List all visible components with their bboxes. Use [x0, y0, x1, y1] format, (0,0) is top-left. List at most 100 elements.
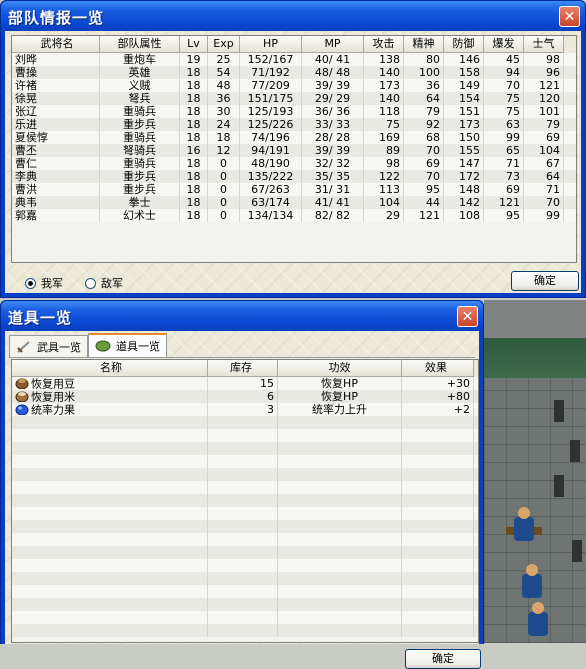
radio-own-army[interactable]: 我军 — [25, 275, 63, 291]
unit-column-header[interactable]: 精神 — [404, 36, 444, 53]
unit-table[interactable]: 武将名 部队属性 Lv Exp HP MP 攻击 精神 防御 爆发 士气 刘晔 重炮车 19 25 152/… — [11, 35, 577, 263]
unit-table-header: 武将名 部队属性 Lv Exp HP MP 攻击 精神 防御 爆发 士气 — [12, 36, 576, 53]
unit-info-window: 部队情报一览 ✕ 武将名 部队属性 Lv Exp HP MP 攻击 精神 防御 爆发 士气 刘晔 重炮… — [0, 0, 586, 298]
item-list-client: 武具一览 道具一览 名称 库存 功效 效果 恢复用豆 15 恢复HP +30 恢复用米 6 恢复H… — [5, 331, 481, 669]
table-row[interactable]: 典韦 拳士 18 0 63/174 41/ 41 104 44 142 121 70 — [12, 196, 576, 209]
item-column-header[interactable]: 功效 — [278, 360, 402, 377]
table-cell: 82/ 82 — [302, 209, 364, 222]
item-column-header[interactable]: 名称 — [12, 360, 208, 377]
item-list-titlebar[interactable]: 道具一览 ✕ — [1, 301, 483, 331]
close-icon[interactable]: ✕ — [559, 6, 580, 27]
empty-table-row[interactable] — [12, 468, 478, 481]
item-column-header[interactable]: 库存 — [208, 360, 278, 377]
unit-column-header[interactable]: 爆发 — [484, 36, 524, 53]
tab-divider — [9, 357, 475, 358]
table-row[interactable]: 许褚 义贼 18 48 77/209 39/ 39 173 36 149 70 121 — [12, 79, 576, 92]
unit-column-header[interactable]: 士气 — [524, 36, 564, 53]
empty-table-row[interactable] — [12, 611, 478, 624]
table-row[interactable]: 曹仁 重骑兵 18 0 48/190 32/ 32 98 69 147 71 67 — [12, 157, 576, 170]
table-cell: 121 — [524, 79, 564, 92]
table-row[interactable]: 曹丕 弩骑兵 16 12 94/191 39/ 39 89 70 155 65 104 — [12, 144, 576, 157]
empty-table-row[interactable] — [12, 585, 478, 598]
table-row[interactable]: 恢复用米 6 恢复HP +80 — [12, 390, 478, 403]
table-cell — [278, 442, 402, 455]
table-row[interactable]: 刘晔 重炮车 19 25 152/167 40/ 41 138 80 146 45 98 — [12, 53, 576, 66]
empty-table-row[interactable] — [12, 598, 478, 611]
table-cell: 乐进 — [12, 118, 100, 131]
empty-table-row[interactable] — [12, 429, 478, 442]
empty-table-row[interactable] — [12, 624, 478, 637]
item-column-header[interactable]: 效果 — [402, 360, 474, 377]
table-row[interactable]: 郭嘉 幻术士 18 0 134/134 82/ 82 29 121 108 95 99 — [12, 209, 576, 222]
soldier-unit-sprite[interactable] — [520, 600, 556, 640]
empty-table-row[interactable] — [12, 442, 478, 455]
empty-table-row[interactable] — [12, 455, 478, 468]
table-cell: 徐晃 — [12, 92, 100, 105]
unit-info-client: 武将名 部队属性 Lv Exp HP MP 攻击 精神 防御 爆发 士气 刘晔 重炮车 19 25 152/… — [5, 31, 581, 293]
table-cell — [12, 533, 208, 546]
radio-dot-icon[interactable] — [25, 277, 36, 289]
table-cell: 英雄 — [100, 66, 180, 79]
table-cell — [12, 559, 208, 572]
table-row[interactable]: 张辽 重骑兵 18 30 125/193 36/ 36 118 79 151 75 101 — [12, 105, 576, 118]
empty-table-row[interactable] — [12, 481, 478, 494]
empty-table-row[interactable] — [12, 507, 478, 520]
item-table[interactable]: 名称 库存 功效 效果 恢复用豆 15 恢复HP +30 恢复用米 6 恢复HP +80 统率力果 3 统… — [11, 359, 479, 643]
table-cell: 18 — [180, 196, 208, 209]
radio-enemy-army[interactable]: 敌军 — [85, 275, 123, 291]
table-cell: 重步兵 — [100, 118, 180, 131]
unit-column-header[interactable]: HP — [240, 36, 302, 53]
unit-column-header[interactable]: MP — [302, 36, 364, 53]
empty-table-row[interactable] — [12, 572, 478, 585]
unit-column-header[interactable]: 武将名 — [12, 36, 100, 53]
table-cell: 39/ 39 — [302, 144, 364, 157]
soldier-unit-sprite[interactable] — [514, 562, 550, 602]
empty-table-row[interactable] — [12, 520, 478, 533]
table-row[interactable]: 恢复用豆 15 恢复HP +30 — [12, 377, 478, 390]
table-cell — [12, 494, 208, 507]
tab-items[interactable]: 道具一览 — [88, 333, 167, 357]
empty-table-row[interactable] — [12, 533, 478, 546]
table-cell: 104 — [524, 144, 564, 157]
table-cell — [402, 546, 474, 559]
unit-column-header[interactable]: 防御 — [444, 36, 484, 53]
empty-table-row[interactable] — [12, 559, 478, 572]
unit-info-titlebar[interactable]: 部队情报一览 ✕ — [1, 1, 585, 31]
table-cell: 173 — [444, 118, 484, 131]
table-cell — [278, 598, 402, 611]
empty-table-row[interactable] — [12, 416, 478, 429]
table-cell — [278, 559, 402, 572]
table-row[interactable]: 曹洪 重步兵 18 0 67/263 31/ 31 113 95 148 69 71 — [12, 183, 576, 196]
table-row[interactable]: 曹操 英雄 18 54 71/192 48/ 48 140 100 158 94 96 — [12, 66, 576, 79]
table-cell: 重步兵 — [100, 183, 180, 196]
close-icon[interactable]: ✕ — [457, 306, 478, 327]
unit-info-title: 部队情报一览 — [8, 9, 105, 27]
unit-column-header[interactable]: 部队属性 — [100, 36, 180, 53]
unit-column-header[interactable]: 攻击 — [364, 36, 404, 53]
table-cell: 40/ 41 — [302, 53, 364, 66]
table-cell — [208, 494, 278, 507]
item-confirm-button[interactable]: 确定 — [405, 649, 481, 669]
table-cell: 92 — [404, 118, 444, 131]
unit-column-header[interactable]: Lv — [180, 36, 208, 53]
table-row[interactable]: 乐进 重步兵 18 24 125/226 33/ 33 75 92 173 63 79 — [12, 118, 576, 131]
table-cell: 67 — [524, 157, 564, 170]
empty-table-row[interactable] — [12, 546, 478, 559]
table-row[interactable]: 夏侯惇 重骑兵 18 18 74/196 28/ 28 169 68 150 99 69 — [12, 131, 576, 144]
table-cell: 77/209 — [240, 79, 302, 92]
radio-dot-icon[interactable] — [85, 277, 96, 289]
unit-column-header[interactable]: Exp — [208, 36, 240, 53]
table-row[interactable]: 徐晃 弩兵 18 36 151/175 29/ 29 140 64 154 75 120 — [12, 92, 576, 105]
table-cell: 18 — [180, 170, 208, 183]
table-cell: 64 — [524, 170, 564, 183]
table-cell: 48/190 — [240, 157, 302, 170]
table-cell: 义贼 — [100, 79, 180, 92]
empty-table-row[interactable] — [12, 494, 478, 507]
tab-weapons[interactable]: 武具一览 — [9, 335, 88, 357]
table-row[interactable]: 李典 重步兵 18 0 135/222 35/ 35 122 70 172 73 64 — [12, 170, 576, 183]
table-cell — [402, 494, 474, 507]
unit-confirm-button[interactable]: 确定 — [511, 271, 579, 291]
table-row[interactable]: 统率力果 3 统率力上升 +2 — [12, 403, 478, 416]
table-cell — [402, 559, 474, 572]
catapult-unit-sprite[interactable] — [506, 505, 542, 545]
